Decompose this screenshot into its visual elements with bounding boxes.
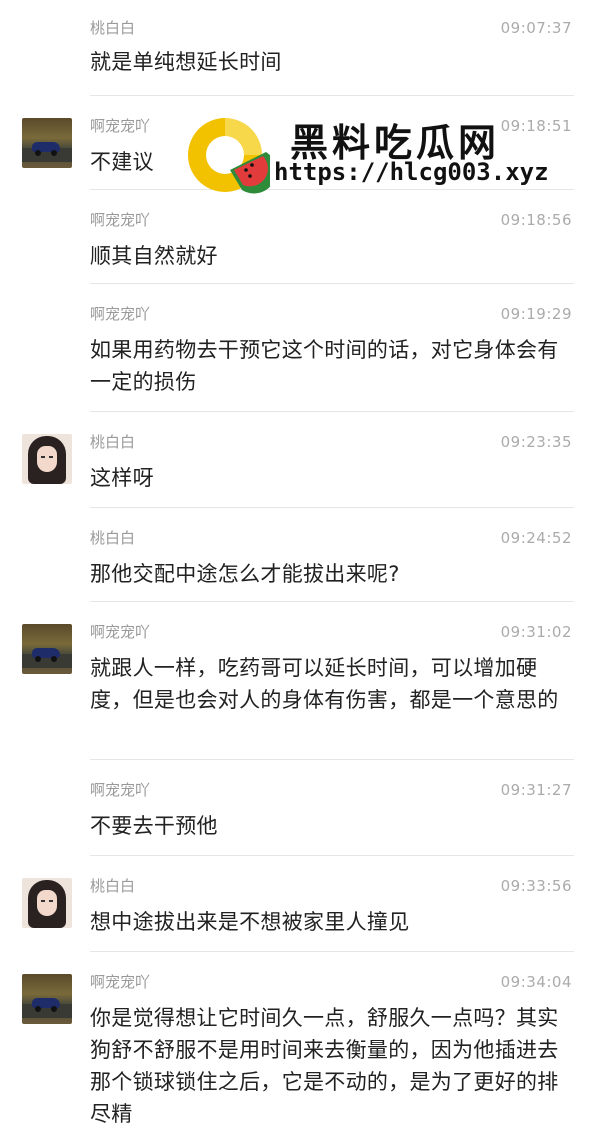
message-item[interactable]: 桃白白 09:23:35 这样呀	[0, 412, 596, 508]
message-item[interactable]: 桃白白 09:07:37 就是单纯想延长时间	[0, 0, 596, 96]
message-item[interactable]: 桃白白 09:24:52 那他交配中途怎么才能拔出来呢?	[0, 508, 596, 602]
message-item[interactable]: 啊宠宠吖 09:31:27 不要去干预他	[0, 760, 596, 856]
message-time: 09:07:37	[500, 19, 572, 37]
avatar[interactable]	[22, 878, 72, 928]
message-text: 这样呀	[90, 466, 154, 490]
message-time: 09:34:04	[500, 973, 572, 991]
message-time: 09:31:02	[500, 623, 572, 641]
message-item[interactable]: 啊宠宠吖 09:19:29 如果用药物去干预它这个时间的话，对它身体会有一定的损…	[0, 284, 596, 412]
message-item[interactable]: 桃白白 09:33:56 想中途拔出来是不想被家里人撞见	[0, 856, 596, 952]
message-time: 09:19:29	[500, 305, 572, 323]
sender-name: 啊宠宠吖	[90, 781, 151, 799]
girl-avatar-icon	[22, 878, 72, 928]
avatar[interactable]	[22, 434, 72, 484]
sender-name: 啊宠宠吖	[90, 305, 151, 323]
avatar[interactable]	[22, 118, 72, 168]
message-text: 如果用药物去干预它这个时间的话，对它身体会有一定的损伤	[90, 338, 559, 394]
message-time: 09:18:56	[500, 211, 572, 229]
message-item[interactable]: 啊宠宠吖 09:18:51 不建议	[0, 96, 596, 190]
sender-name: 啊宠宠吖	[90, 623, 151, 641]
message-time: 09:18:51	[500, 117, 572, 135]
car-avatar-icon	[22, 974, 72, 1024]
car-avatar-icon	[22, 624, 72, 674]
message-item[interactable]: 啊宠宠吖 09:34:04 你是觉得想让它时间久一点，舒服久一点吗？其实狗舒不舒…	[0, 952, 596, 1126]
message-text: 那他交配中途怎么才能拔出来呢?	[90, 562, 400, 586]
avatar[interactable]	[22, 624, 72, 674]
car-avatar-icon	[22, 118, 72, 168]
message-text: 想中途拔出来是不想被家里人撞见	[90, 910, 410, 934]
sender-name: 桃白白	[90, 433, 136, 451]
message-time: 09:31:27	[500, 781, 572, 799]
message-text: 你是觉得想让它时间久一点，舒服久一点吗？其实狗舒不舒服不是用时间来去衡量的，因为…	[90, 1006, 559, 1126]
message-text: 顺其自然就好	[90, 244, 218, 268]
sender-name: 桃白白	[90, 877, 136, 895]
avatar[interactable]	[22, 974, 72, 1024]
sender-name: 啊宠宠吖	[90, 117, 151, 135]
message-time: 09:24:52	[500, 529, 572, 547]
sender-name: 桃白白	[90, 19, 136, 37]
girl-avatar-icon	[22, 434, 72, 484]
sender-name: 桃白白	[90, 529, 136, 547]
message-time: 09:23:35	[500, 433, 572, 451]
message-item[interactable]: 啊宠宠吖 09:18:56 顺其自然就好	[0, 190, 596, 284]
message-text: 不建议	[90, 150, 154, 174]
message-time: 09:33:56	[500, 877, 572, 895]
sender-name: 啊宠宠吖	[90, 973, 151, 991]
message-text: 不要去干预他	[90, 814, 218, 838]
message-text: 就是单纯想延长时间	[90, 50, 282, 74]
message-text: 就跟人一样，吃药哥可以延长时间，可以增加硬度，但是也会对人的身体有伤害，都是一个…	[90, 656, 559, 712]
sender-name: 啊宠宠吖	[90, 211, 151, 229]
message-item[interactable]: 啊宠宠吖 09:31:02 就跟人一样，吃药哥可以延长时间，可以增加硬度，但是也…	[0, 602, 596, 760]
